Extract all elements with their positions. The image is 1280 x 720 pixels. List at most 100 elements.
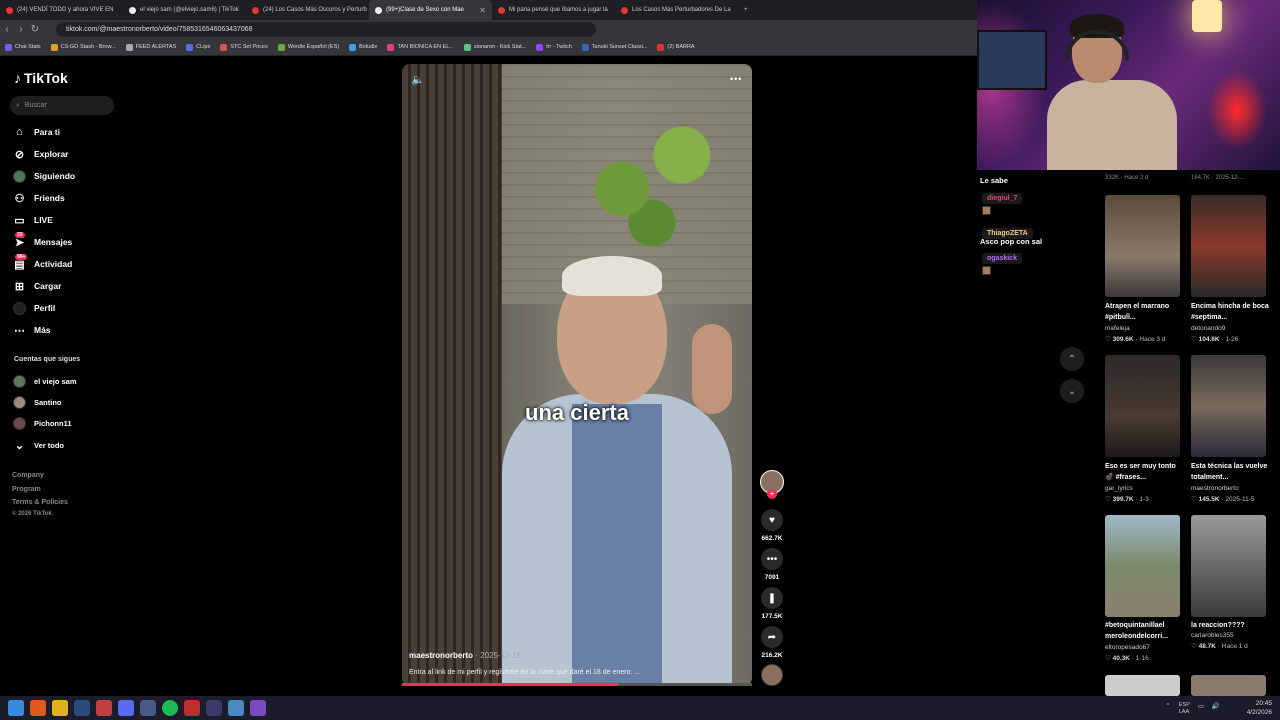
bookmark[interactable]: CS:GO Stash - Brow... <box>46 43 121 51</box>
footer-company[interactable]: Company <box>12 472 44 479</box>
forward-icon[interactable]: › <box>14 24 28 35</box>
following-item[interactable]: el viejo sam <box>13 373 77 389</box>
search-input[interactable]: ⌕ Buscar <box>10 96 114 115</box>
footer-terms[interactable]: Terms & Policies <box>12 499 68 506</box>
nav-actividad[interactable]: ▤ 99+ Actividad <box>13 253 72 272</box>
system-tray[interactable]: ⌃ ESP LAA ▭ 🔊 <box>1165 702 1220 716</box>
following-item[interactable]: Pichonn11 <box>13 415 72 431</box>
activity-badge: 99+ <box>15 253 28 260</box>
chat-username[interactable]: diegiul_7 <box>982 193 1023 204</box>
nav-cargar[interactable]: ⊞ Cargar <box>13 278 62 294</box>
brave-browser-icon[interactable] <box>30 700 46 716</box>
video-thumbnail[interactable] <box>1191 355 1266 457</box>
video-thumbnail[interactable] <box>1105 675 1180 696</box>
browser-tab[interactable]: Los Casos Más Perturbadores De La <box>615 0 738 20</box>
video-thumbnail[interactable] <box>1105 355 1180 457</box>
volume-icon[interactable]: 🔊 <box>1212 702 1220 716</box>
app-icon[interactable] <box>250 700 266 716</box>
card-author[interactable]: carlarobles355 <box>1191 632 1234 639</box>
save-button[interactable]: ❚ <box>761 587 783 609</box>
app-icon[interactable] <box>206 700 222 716</box>
file-explorer-icon[interactable] <box>52 700 68 716</box>
nav-mas[interactable]: ⋯ Más <box>13 322 51 338</box>
share-button[interactable]: ➦ <box>761 626 783 648</box>
nav-para-ti[interactable]: ⌂ Para ti <box>13 124 60 140</box>
network-icon[interactable]: ▭ <box>1198 702 1204 716</box>
bookmark[interactable]: CLips <box>181 43 215 51</box>
bookmark[interactable]: STC Set Prices <box>215 43 273 51</box>
steam-icon[interactable] <box>74 700 90 716</box>
card-title[interactable]: Encima hincha de boca #septima... <box>1191 301 1271 323</box>
volume-icon[interactable]: 🔈 <box>411 73 425 86</box>
app-icon[interactable] <box>96 700 112 716</box>
video-thumbnail[interactable] <box>1191 675 1266 696</box>
nav-friends[interactable]: ⚇ Friends <box>13 190 65 206</box>
chat-username[interactable]: ogaskick <box>982 253 1022 264</box>
scroll-down-button[interactable]: ⌄ <box>1060 379 1084 403</box>
bookmark[interactable]: FEED ALERTAS <box>121 43 181 51</box>
card-author[interactable]: mafeleja <box>1105 325 1130 332</box>
bookmark[interactable]: Wordle Español (ES) <box>273 43 344 51</box>
see-all-link[interactable]: ⌄ Ver todo <box>13 437 64 453</box>
nav-siguiendo[interactable]: Siguiendo <box>13 168 75 184</box>
discord-icon[interactable] <box>118 700 134 716</box>
card-title[interactable]: Atrapen el marrano #pitbull... <box>1105 301 1185 323</box>
chevron-up-icon[interactable]: ⌃ <box>1165 702 1170 716</box>
spotify-icon[interactable] <box>162 700 178 716</box>
tiktok-logo[interactable]: ♪ TikTok <box>14 70 68 86</box>
card-title[interactable]: Eso es ser muy tonto 💣 #frases... <box>1105 461 1185 483</box>
bookmark[interactable]: TAN BIONICA EN EL... <box>382 43 458 51</box>
browser-tab[interactable]: (24) Los Casos Más Oscuros y Perturb <box>246 0 369 20</box>
chat-entry: diegiul_7 <box>982 193 1023 215</box>
back-icon[interactable]: ‹ <box>0 24 14 35</box>
scroll-up-button[interactable]: ⌃ <box>1060 347 1084 371</box>
nav-perfil[interactable]: Perfil <box>13 300 55 316</box>
card-title[interactable]: #betoquintanillael meroleondelcorri... <box>1105 620 1185 642</box>
comment-button[interactable]: ••• <box>761 548 783 570</box>
upload-icon: ⊞ <box>14 280 25 293</box>
nav-mensajes[interactable]: ➤ 33 Mensajes <box>13 231 72 250</box>
video-thumbnail[interactable] <box>1105 195 1180 297</box>
video-thumbnail[interactable] <box>1191 515 1266 617</box>
video-player[interactable] <box>402 64 752 686</box>
video-thumbnail[interactable] <box>1191 195 1266 297</box>
app-icon[interactable] <box>228 700 244 716</box>
video-progress-bar[interactable] <box>402 683 752 686</box>
bookmark[interactable]: trr - Twitch <box>531 43 577 51</box>
card-author[interactable]: maestronorberto <box>1191 485 1239 492</box>
card-title[interactable]: la reaccion???? <box>1191 620 1271 631</box>
bookmark[interactable]: (2) BARRA <box>652 43 699 51</box>
music-disc-icon[interactable] <box>761 664 783 686</box>
video-author[interactable]: maestronorberto <box>409 651 473 660</box>
app-icon[interactable] <box>140 700 156 716</box>
bookmark[interactable]: Chat Stats <box>0 43 46 51</box>
bookmark[interactable]: Tanuki Sunset Classi... <box>577 43 653 51</box>
bookmark[interactable]: Boludle <box>344 43 382 51</box>
like-button[interactable]: ♥ <box>761 509 783 531</box>
browser-tab[interactable]: el viejo sam (@elviejo.sam6) | TikTok <box>123 0 246 20</box>
footer-program[interactable]: Program <box>12 486 41 493</box>
video-thumbnail[interactable] <box>1105 515 1180 617</box>
more-options-icon[interactable]: ••• <box>730 74 742 84</box>
card-author[interactable]: gar_lyrics <box>1105 485 1133 492</box>
new-tab-button[interactable]: + <box>738 0 758 20</box>
card-author[interactable]: detonando9 <box>1191 325 1225 332</box>
follow-plus-icon[interactable]: + <box>767 489 777 499</box>
nav-live[interactable]: ▭ LIVE <box>13 212 53 228</box>
address-bar[interactable]: tiktok.com/@maestronorberto/video/758531… <box>56 22 596 37</box>
following-item[interactable]: Santino <box>13 394 62 410</box>
nav-explorar[interactable]: ⊘ Explorar <box>13 146 69 162</box>
language-indicator[interactable]: ESP LAA <box>1179 702 1190 716</box>
taskbar-clock[interactable]: 20:45 4/2/2026 <box>1247 699 1272 717</box>
windows-start-icon[interactable] <box>8 700 24 716</box>
video-author-line[interactable]: maestronorberto · 2025-12-18 <box>409 651 521 660</box>
card-title[interactable]: Esta técnica las vuelve totalment... <box>1191 461 1271 483</box>
close-tab-icon[interactable]: ✕ <box>479 6 486 15</box>
reload-icon[interactable]: ↻ <box>28 24 42 35</box>
browser-tab-active[interactable]: (99+)Clase de Sexo con Mae ✕ <box>369 0 492 20</box>
app-icon[interactable] <box>184 700 200 716</box>
bookmark[interactable]: sionaron - Kick Stat... <box>459 43 531 51</box>
browser-tab[interactable]: Mi pana pensé que íbamos a jugar la <box>492 0 615 20</box>
card-author[interactable]: eltoropesado67 <box>1105 644 1150 651</box>
browser-tab[interactable]: (24) VENDÍ TODO y ahora VIVE EN <box>0 0 123 20</box>
